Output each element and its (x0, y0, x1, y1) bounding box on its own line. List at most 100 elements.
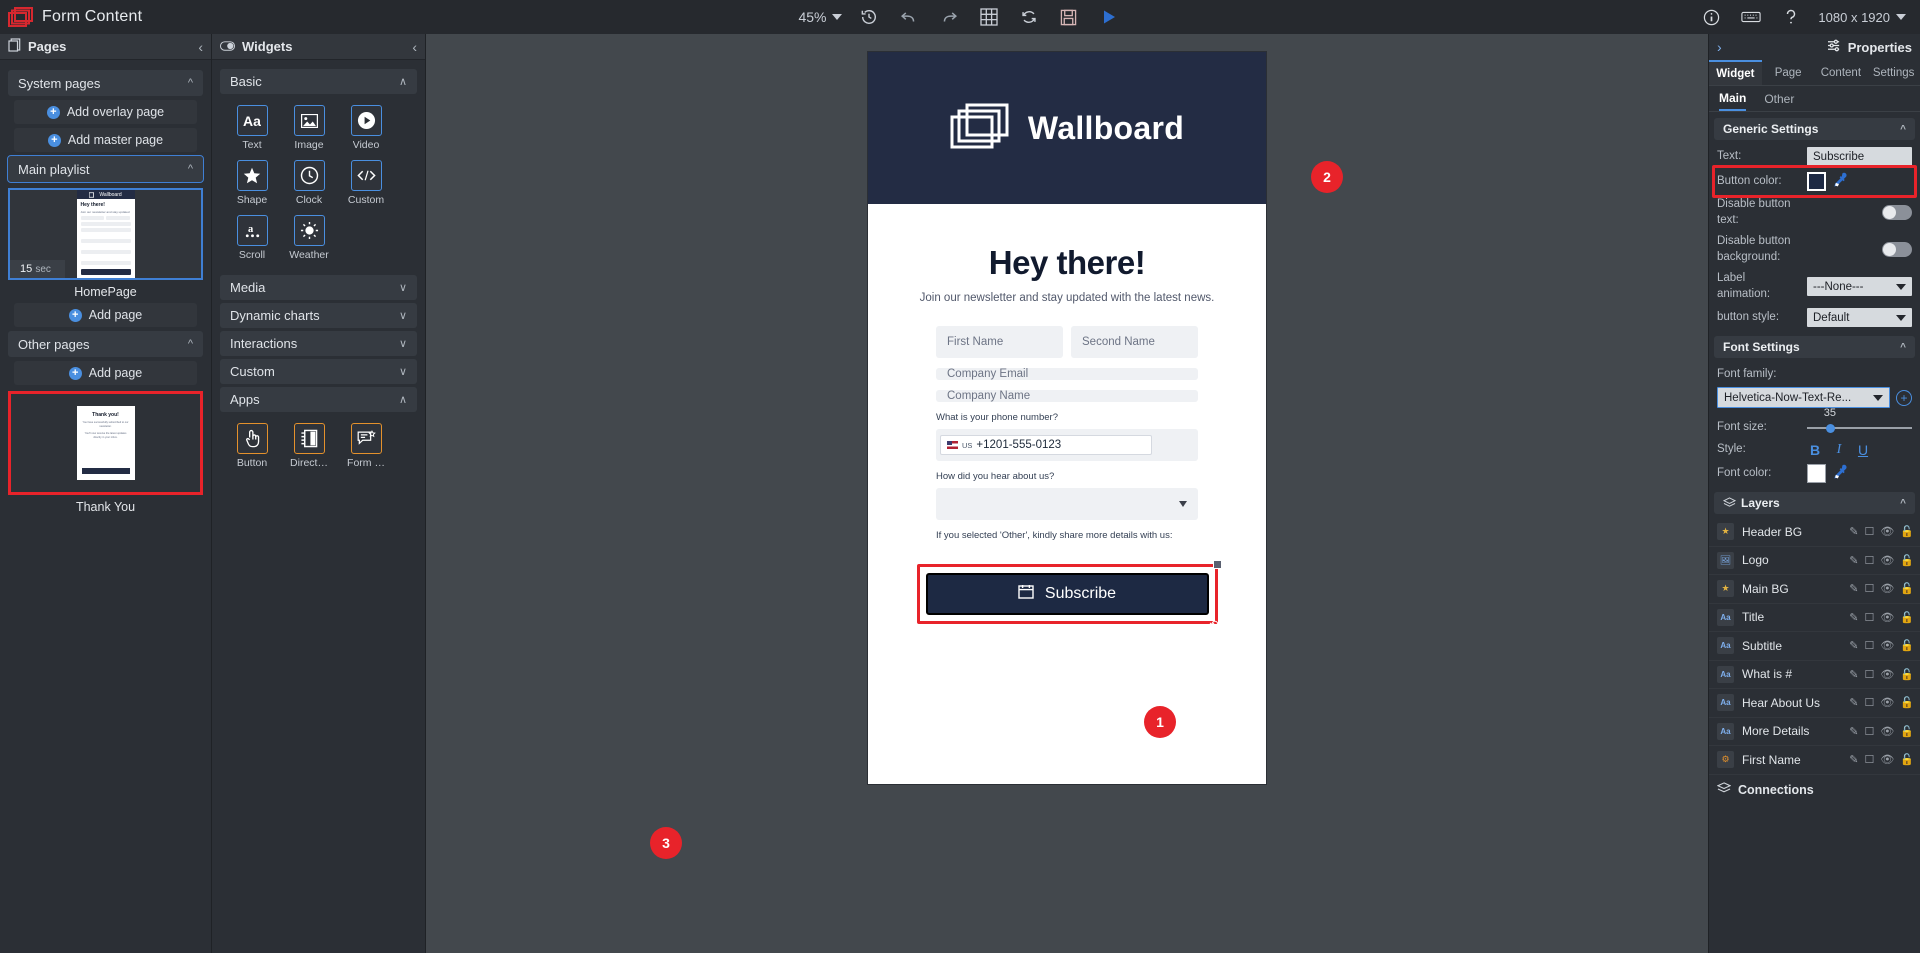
connections-group[interactable]: Connections (1709, 774, 1920, 805)
layer-row[interactable]: Aa More Details ✎ ☐ 👁 🔓 (1709, 718, 1920, 747)
company-name-input[interactable]: Company Name (936, 390, 1198, 402)
visibility-eye-icon[interactable]: 👁 (1880, 554, 1894, 567)
generic-settings-group[interactable]: Generic Settings ^ (1714, 118, 1915, 140)
keyboard-icon[interactable] (1738, 4, 1764, 30)
layer-row[interactable]: 🖼 Logo ✎ ☐ 👁 🔓 (1709, 547, 1920, 576)
layer-row[interactable]: ★ Header BG ✎ ☐ 👁 🔓 (1709, 518, 1920, 547)
lock-icon[interactable]: 🔓 (1900, 611, 1914, 624)
add-overlay-page-button[interactable]: + Add overlay page (14, 100, 197, 124)
lock-icon[interactable]: 🔓 (1900, 639, 1914, 652)
collapse-pages-icon[interactable]: ‹ (198, 39, 203, 55)
edit-pencil-icon[interactable]: ✎ (1849, 753, 1858, 766)
duplicate-icon[interactable]: ☐ (1864, 753, 1874, 766)
visibility-eye-icon[interactable]: 👁 (1880, 582, 1894, 595)
add-master-page-button[interactable]: + Add master page (14, 128, 197, 152)
add-page-button-other[interactable]: + Add page (14, 361, 197, 385)
layers-group[interactable]: Layers ^ (1714, 492, 1915, 515)
edit-pencil-icon[interactable]: ✎ (1849, 725, 1858, 738)
edit-pencil-icon[interactable]: ✎ (1849, 525, 1858, 538)
edit-pencil-icon[interactable]: ✎ (1849, 696, 1858, 709)
grid-icon[interactable] (976, 4, 1002, 30)
visibility-eye-icon[interactable]: 👁 (1880, 525, 1894, 538)
section-system-pages[interactable]: System pages ^ (8, 70, 203, 96)
subscribe-button[interactable]: Subscribe (925, 573, 1209, 615)
layer-row[interactable]: Aa Title ✎ ☐ 👁 🔓 (1709, 604, 1920, 633)
layer-row[interactable]: Aa What is # ✎ ☐ 👁 🔓 (1709, 661, 1920, 690)
eyedropper-icon[interactable] (1832, 464, 1848, 483)
layer-row[interactable]: ★ Main BG ✎ ☐ 👁 🔓 (1709, 575, 1920, 604)
visibility-eye-icon[interactable]: 👁 (1880, 725, 1894, 738)
lock-icon[interactable]: 🔓 (1900, 725, 1914, 738)
widget-image[interactable]: Image (285, 105, 333, 151)
font-settings-group[interactable]: Font Settings ^ (1714, 336, 1915, 359)
widget-text[interactable]: Aa Text (228, 105, 276, 151)
widget-section-custom[interactable]: Custom ∨ (220, 359, 417, 384)
duplicate-icon[interactable]: ☐ (1864, 554, 1874, 567)
subtab-main[interactable]: Main (1719, 86, 1747, 111)
font-color-swatch[interactable] (1807, 464, 1826, 484)
thank-you-page-thumbnail[interactable]: Thank you! You have successfully subscri… (8, 391, 203, 495)
thank-you-page-item[interactable]: Thank you! You have successfully subscri… (8, 391, 203, 514)
duplicate-icon[interactable]: ☐ (1864, 611, 1874, 624)
tab-settings[interactable]: Settings (1867, 60, 1920, 85)
bold-button[interactable]: B (1807, 442, 1823, 458)
duplicate-icon[interactable]: ☐ (1864, 668, 1874, 681)
resize-handle-top-right[interactable] (1212, 560, 1222, 569)
widget-section-basic[interactable]: Basic ∧ (220, 69, 417, 94)
home-page-item[interactable]: Wallboard Hey there! Join our newsletter… (8, 188, 203, 299)
phone-number-field[interactable]: US +1201-555-0123 (936, 429, 1198, 461)
widget-scroll[interactable]: a Scroll (228, 215, 276, 261)
lock-icon[interactable]: 🔓 (1900, 668, 1914, 681)
info-icon[interactable] (1698, 4, 1724, 30)
duplicate-icon[interactable]: ☐ (1864, 525, 1874, 538)
company-email-input[interactable]: Company Email (936, 368, 1198, 380)
canvas-area[interactable]: 3 Wallboard Hey there! Join our newslett… (426, 34, 1708, 953)
button-style-select[interactable]: Default (1807, 308, 1912, 328)
save-icon[interactable] (1056, 4, 1082, 30)
device-preview[interactable]: Wallboard Hey there! Join our newsletter… (868, 52, 1266, 784)
duplicate-icon[interactable]: ☐ (1864, 639, 1874, 652)
visibility-eye-icon[interactable]: 👁 (1880, 611, 1894, 624)
edit-pencil-icon[interactable]: ✎ (1849, 639, 1858, 652)
redo-icon[interactable] (936, 4, 962, 30)
widget-app-form[interactable]: Form … (342, 423, 390, 469)
duplicate-icon[interactable]: ☐ (1864, 582, 1874, 595)
add-page-button-main[interactable]: + Add page (14, 303, 197, 327)
disable-button-bg-toggle[interactable] (1882, 242, 1912, 258)
layer-row[interactable]: Aa Hear About Us ✎ ☐ 👁 🔓 (1709, 689, 1920, 718)
edit-pencil-icon[interactable]: ✎ (1849, 668, 1858, 681)
layer-row[interactable]: Aa Subtitle ✎ ☐ 👁 🔓 (1709, 632, 1920, 661)
widget-weather[interactable]: Weather (285, 215, 333, 261)
tab-widget[interactable]: Widget (1709, 60, 1762, 85)
widget-clock[interactable]: Clock (285, 160, 333, 206)
second-name-input[interactable]: Second Name (1071, 326, 1198, 358)
subtab-other[interactable]: Other (1764, 86, 1794, 111)
widget-custom[interactable]: Custom (342, 160, 390, 206)
collapse-widgets-icon[interactable]: ‹ (412, 39, 417, 55)
duplicate-icon[interactable]: ☐ (1864, 725, 1874, 738)
help-icon[interactable] (1778, 4, 1804, 30)
home-page-thumbnail[interactable]: Wallboard Hey there! Join our newsletter… (8, 188, 203, 280)
eyedropper-icon[interactable] (1832, 172, 1848, 191)
widget-section-media[interactable]: Media ∨ (220, 275, 417, 300)
lock-icon[interactable]: 🔓 (1900, 525, 1914, 538)
visibility-eye-icon[interactable]: 👁 (1880, 696, 1894, 709)
edit-pencil-icon[interactable]: ✎ (1849, 554, 1858, 567)
add-font-button[interactable]: + (1896, 389, 1912, 406)
visibility-eye-icon[interactable]: 👁 (1880, 753, 1894, 766)
label-animation-select[interactable]: ---None--- (1807, 277, 1912, 297)
layer-row[interactable]: ⚙ First Name ✎ ☐ 👁 🔓 (1709, 746, 1920, 775)
refresh-icon[interactable] (1016, 4, 1042, 30)
widget-video[interactable]: Video (342, 105, 390, 151)
section-main-playlist[interactable]: Main playlist ^ (7, 155, 204, 183)
widget-section-dynamic-charts[interactable]: Dynamic charts ∨ (220, 303, 417, 328)
visibility-eye-icon[interactable]: 👁 (1880, 639, 1894, 652)
lock-icon[interactable]: 🔓 (1900, 696, 1914, 709)
expand-properties-icon[interactable]: › (1717, 39, 1722, 55)
italic-button[interactable]: I (1831, 442, 1847, 458)
hear-about-us-select[interactable] (936, 488, 1198, 520)
edit-pencil-icon[interactable]: ✎ (1849, 582, 1858, 595)
rotate-handle-icon[interactable]: ⟲ (1209, 618, 1218, 631)
widget-section-interactions[interactable]: Interactions ∨ (220, 331, 417, 356)
resolution-dropdown[interactable]: 1080 x 1920 (1818, 10, 1906, 25)
